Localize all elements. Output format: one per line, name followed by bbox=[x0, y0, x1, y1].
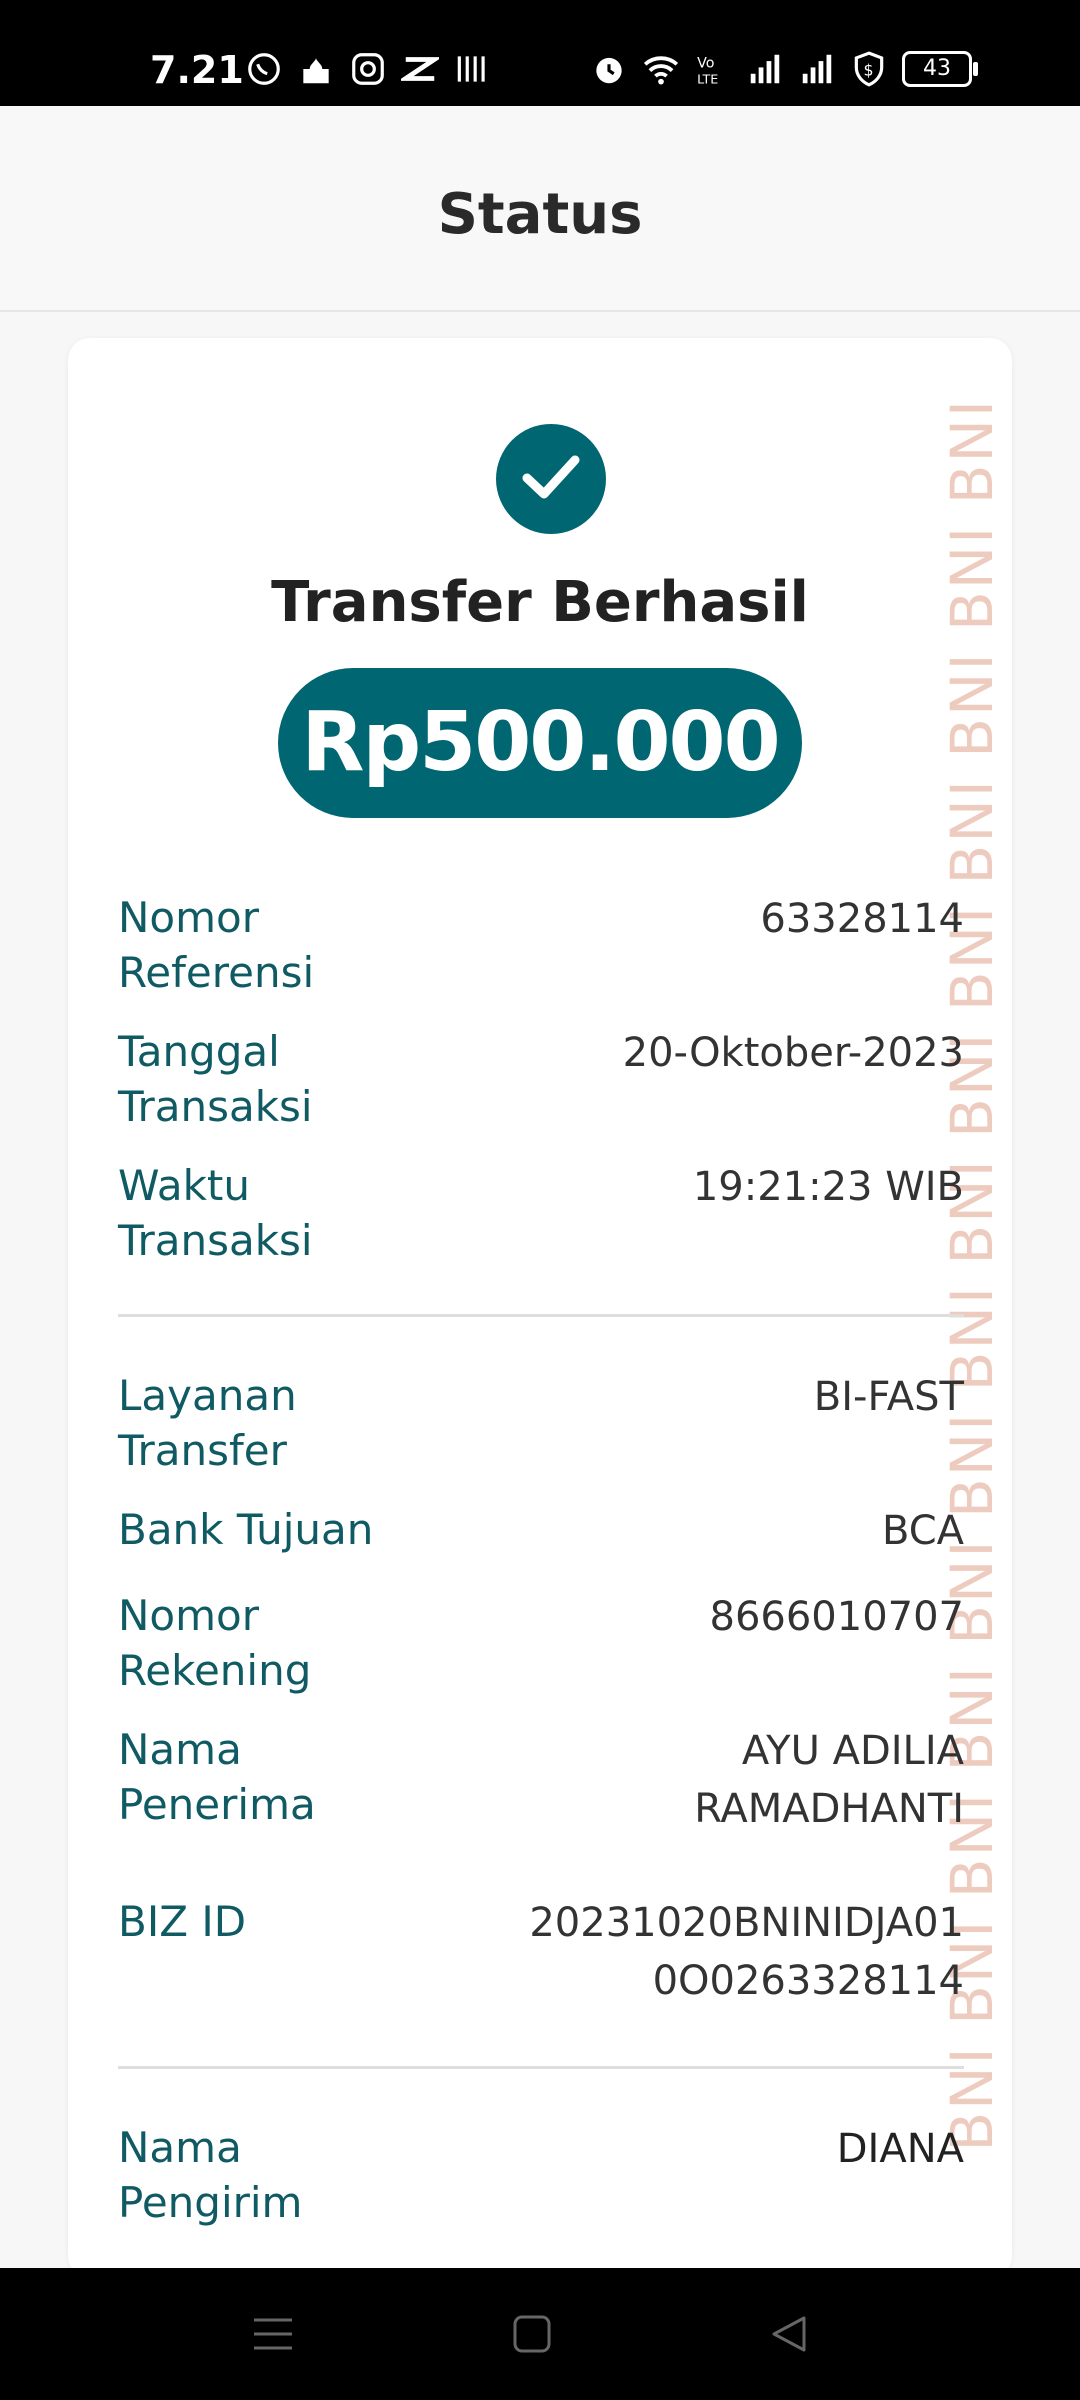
bni-icon bbox=[457, 56, 485, 82]
detail-value: BCA bbox=[881, 1508, 964, 1554]
detail-label: Nomor Rekening bbox=[118, 1591, 312, 1695]
detail-label: Layanan Transfer bbox=[118, 1371, 297, 1475]
detail-label: BIZ ID bbox=[118, 1897, 247, 1946]
vpn-shield-icon: $ bbox=[854, 51, 884, 87]
section-divider bbox=[118, 2066, 964, 2069]
detail-label: Nama Penerima bbox=[118, 1725, 316, 1829]
detail-value: 20231020BNINIDJA010O0263328114 bbox=[529, 1900, 964, 2004]
signal-icon bbox=[750, 54, 780, 84]
svg-text:LTE: LTE bbox=[697, 71, 718, 86]
menu-icon[interactable] bbox=[252, 2314, 294, 2354]
detail-label: Waktu Transaksi bbox=[118, 1161, 313, 1265]
svg-text:Vo: Vo bbox=[697, 55, 714, 71]
signal-icon bbox=[802, 54, 832, 84]
alarm-icon bbox=[596, 57, 622, 84]
detail-value: 19:21:23 WIB bbox=[692, 1164, 964, 1210]
back-icon[interactable] bbox=[768, 2314, 808, 2354]
detail-label: Nama Pengirim bbox=[118, 2123, 303, 2227]
volte-icon: VoLTE bbox=[697, 55, 718, 86]
success-check-icon bbox=[496, 424, 606, 534]
svg-text:$: $ bbox=[863, 60, 873, 79]
detail-label: Tanggal Transaksi bbox=[118, 1027, 313, 1131]
instagram-icon bbox=[352, 53, 384, 85]
receipt-card: BNI BNI BNI BNI BNI BNI BNI BNI BNI BNI … bbox=[68, 338, 1012, 2278]
detail-value: 20-Oktober-2023 bbox=[622, 1030, 964, 1076]
watermark-text: BNI BNI BNI BNI BNI BNI BNI BNI BNI BNI … bbox=[938, 398, 998, 2152]
system-navigation-bar bbox=[0, 2268, 1080, 2400]
detail-label: Nomor Referensi bbox=[118, 893, 315, 997]
home-icon[interactable] bbox=[512, 2314, 552, 2354]
detail-value: 63328114 bbox=[760, 896, 964, 942]
detail-label: Bank Tujuan bbox=[118, 1505, 374, 1554]
mosque-icon bbox=[303, 57, 329, 84]
detail-value: 8666010707 bbox=[709, 1594, 965, 1640]
detail-value: AYU ADILIA RAMADHANTI bbox=[694, 1728, 964, 1832]
whatsapp-icon bbox=[248, 53, 280, 85]
battery-indicator: 43 bbox=[902, 51, 978, 87]
transfer-status-title: Transfer Berhasil bbox=[271, 570, 809, 635]
page-title: Status bbox=[437, 182, 643, 247]
detail-value: DIANA bbox=[836, 2126, 964, 2172]
status-time: 7.21 bbox=[150, 48, 244, 92]
detail-value: BI-FAST bbox=[813, 1374, 964, 1420]
app-header: Status bbox=[0, 106, 1080, 312]
capcut-icon bbox=[401, 57, 439, 81]
wifi-icon bbox=[643, 56, 679, 85]
transfer-amount: Rp500.000 bbox=[278, 668, 802, 818]
status-bar: 7.21 Vo LTE $ 43 bbox=[0, 0, 1080, 106]
section-divider bbox=[118, 1314, 964, 1317]
